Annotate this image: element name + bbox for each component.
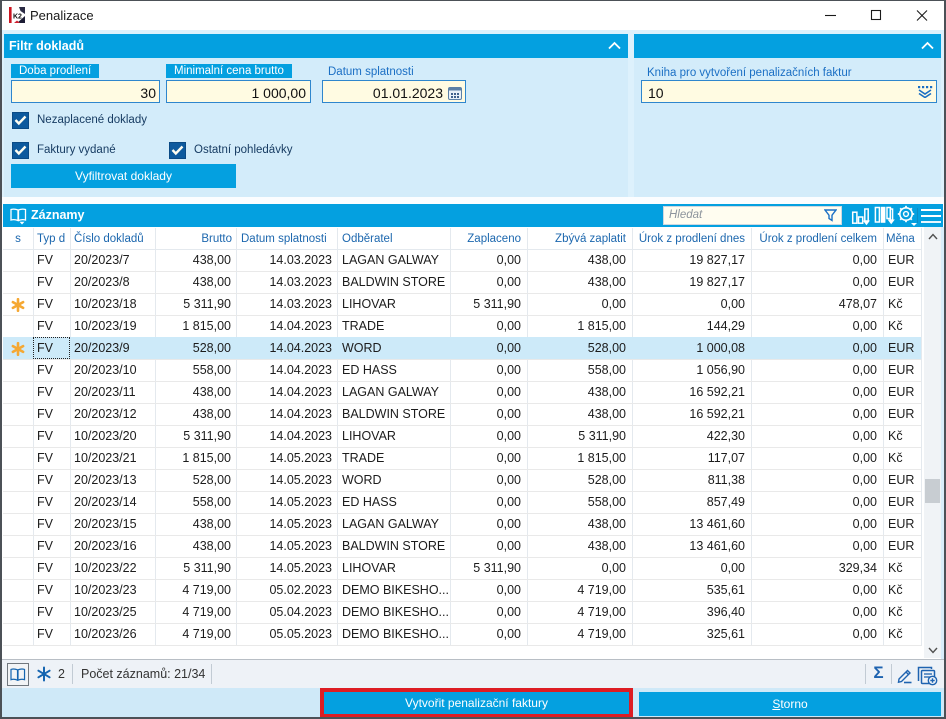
svg-text:K2: K2 — [13, 14, 22, 21]
